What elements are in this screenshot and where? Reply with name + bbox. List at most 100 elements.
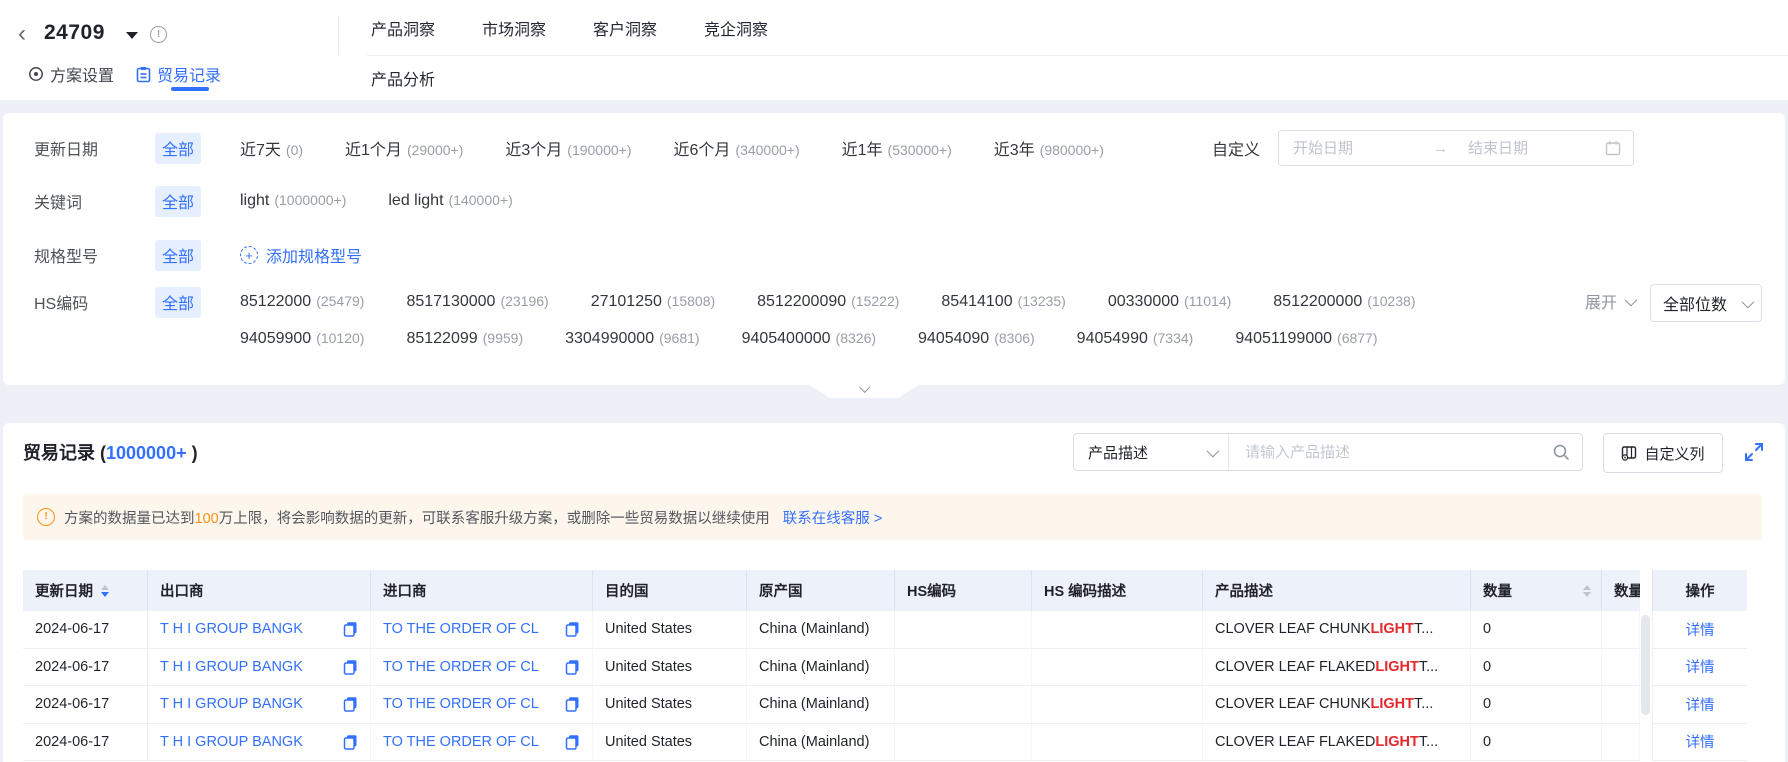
back-icon[interactable]: ‹ [18,22,26,46]
sort-control-quantity[interactable] [1583,584,1591,597]
date-option-7d[interactable]: 近7天 (0) [240,136,303,160]
hs-option[interactable]: 00330000 (11014) [1108,293,1231,311]
cell-quantity: 0 [1471,648,1602,686]
hs-option[interactable]: 85122099 (9959) [406,330,523,348]
destination-value: United States [605,621,693,638]
tab-competitor-insight[interactable]: 竞企洞察 [704,16,768,40]
tab-customer-insight[interactable]: 客户洞察 [593,16,657,40]
importer-link[interactable]: TO THE ORDER OF CL [383,696,539,712]
copy-icon[interactable] [343,659,358,675]
hs-option[interactable]: 94054090 (8306) [918,330,1035,348]
collapse-filters-tab[interactable] [808,384,920,398]
date-option-6m[interactable]: 近6个月 (340000+) [674,136,800,160]
cell-importer: TO THE ORDER OF CL [371,686,593,724]
origin-value: China (Mainland) [759,733,870,750]
end-date-input[interactable] [1466,138,1579,158]
add-spec-button[interactable]: + 添加规格型号 [240,243,362,267]
cell-actions: 详情 [1652,648,1747,686]
date-option-3y[interactable]: 近3年 (980000+) [994,136,1104,160]
copy-icon[interactable] [565,621,580,637]
plan-dropdown-caret-icon[interactable] [126,32,138,39]
option-text: 近6个月 [673,142,731,159]
start-date-input[interactable] [1291,138,1404,158]
detail-link[interactable]: 详情 [1686,731,1715,752]
option-count: (1000000+) [274,192,347,208]
plan-id[interactable]: 24709 [44,21,105,45]
detail-link[interactable]: 详情 [1686,619,1715,640]
hs-option[interactable]: 9405400000 (8326) [742,330,876,348]
hs-option[interactable]: 94059900 (10120) [240,330,364,348]
hs-option[interactable]: 8512200000 (10238) [1273,293,1415,311]
hs-option[interactable]: 8512200090 (15222) [757,293,899,311]
search-input[interactable] [1243,442,1552,462]
customize-columns-button[interactable]: 自定义列 [1603,433,1723,473]
keyword-all-chip[interactable]: 全部 [155,185,201,217]
sort-control-date[interactable] [101,584,109,597]
copy-icon[interactable] [343,621,358,637]
detail-link[interactable]: 详情 [1686,694,1715,715]
importer-link[interactable]: TO THE ORDER OF CL [383,734,539,750]
tab-market-insight[interactable]: 市场洞察 [482,16,546,40]
keyword-option-light[interactable]: light (1000000+) [240,192,346,210]
warning-pre: 方案的数据量已达到 [64,510,195,527]
date-option-1m[interactable]: 近1个月 (29000+) [345,136,463,160]
desc-keyword: LIGHT [1370,696,1415,713]
hs-expand-toggle[interactable]: 展开 [1585,289,1638,313]
vertical-scrollbar[interactable] [1641,615,1650,715]
cell-exporter: T H I GROUP BANGK [148,648,371,686]
hs-option[interactable]: 85414100 (13235) [941,293,1065,311]
option-text: 近1个月 [345,142,402,159]
hs-option[interactable]: 85122000 (25479) [240,293,364,311]
exporter-link[interactable]: T H I GROUP BANGK [160,696,303,712]
update-date-all-chip[interactable]: 全部 [155,132,201,164]
tab-plan-settings[interactable]: 方案设置 [28,62,114,86]
warning-highlight: 100 [194,510,219,527]
copy-icon[interactable] [343,696,358,712]
search-field-select[interactable]: 产品描述 [1074,434,1229,470]
option-text: 3304990000 [565,330,655,347]
header-product-desc: 产品描述 [1203,570,1471,611]
importer-link[interactable]: TO THE ORDER OF CL [383,659,539,675]
hs-option[interactable]: 27101250 (15808) [591,293,715,311]
info-icon[interactable]: ! [150,26,167,43]
date-option-1y[interactable]: 近1年 (530000+) [842,136,952,160]
tab-product-insight[interactable]: 产品洞察 [371,16,435,40]
cell-date: 2024-06-17 [23,686,148,724]
header-label: 进口商 [383,584,427,600]
option-text: 近3个月 [505,142,563,159]
header-label: 原产国 [759,584,803,600]
copy-icon[interactable] [565,659,580,675]
destination-value: United States [605,733,693,750]
search-icon[interactable] [1552,443,1570,461]
hs-option[interactable]: 94054990 (7334) [1077,330,1194,348]
hs-digits-select[interactable]: 全部位数 [1650,284,1762,322]
chevron-down-icon [859,382,870,393]
option-count: (15808) [666,293,716,309]
date-option-3m[interactable]: 近3个月 (190000+) [505,136,631,160]
exporter-link[interactable]: T H I GROUP BANGK [160,734,303,750]
keyword-option-led-light[interactable]: led light (140000+) [388,192,512,210]
date-range-picker[interactable]: → [1278,130,1635,166]
hs-all-chip[interactable]: 全部 [155,286,201,318]
hs-option[interactable]: 94051199000 (6877) [1235,330,1377,348]
fullscreen-icon[interactable] [1743,441,1765,463]
exporter-link[interactable]: T H I GROUP BANGK [160,659,303,675]
date-value: 2024-06-17 [35,621,110,638]
spec-all-chip[interactable]: 全部 [155,239,201,271]
option-text: 近1年 [841,142,883,159]
tab-product-analysis[interactable]: 产品分析 [371,66,435,90]
chevron-down-icon [1206,444,1220,457]
copy-icon[interactable] [565,696,580,712]
filter-label-keyword: 关键词 [34,195,83,212]
copy-icon[interactable] [565,734,580,750]
hs-option[interactable]: 8517130000 (23196) [406,293,548,311]
tab-trade-records[interactable]: 贸易记录 [136,62,221,86]
copy-icon[interactable] [343,734,358,750]
detail-link[interactable]: 详情 [1686,656,1715,677]
hs-option[interactable]: 3304990000 (9681) [565,330,699,348]
top-bar: ‹ 24709 ! 产品洞察 市场洞察 客户洞察 竞企洞察 方案设置 贸易记录 … [0,0,1788,100]
importer-link[interactable]: TO THE ORDER OF CL [383,621,539,637]
exporter-link[interactable]: T H I GROUP BANGK [160,621,303,637]
custom-date-label[interactable]: 自定义 [1212,136,1260,160]
contact-support-link[interactable]: 联系在线客服 > [783,507,883,528]
